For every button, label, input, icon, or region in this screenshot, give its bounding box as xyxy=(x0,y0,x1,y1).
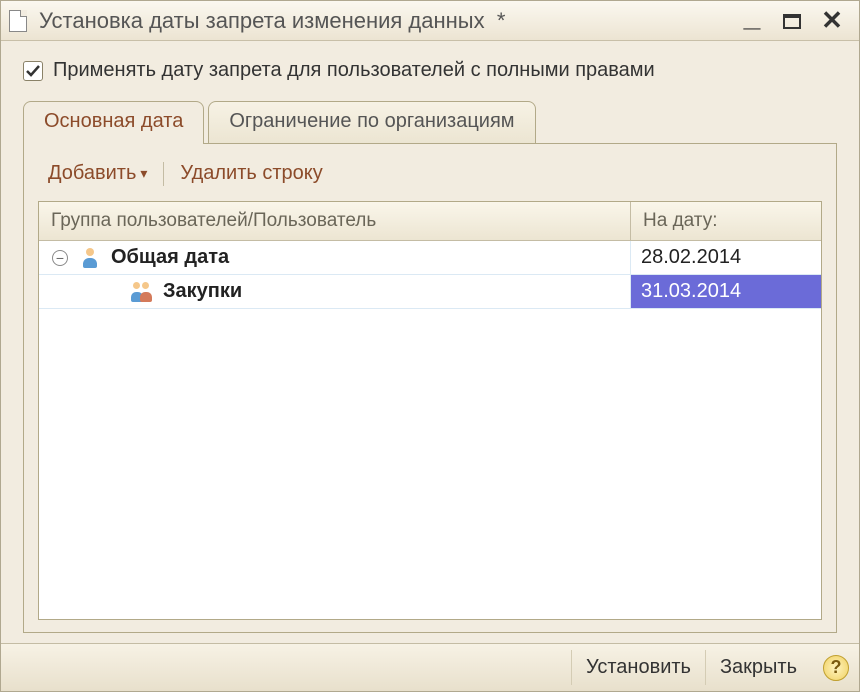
apply-fullrights-checkbox[interactable] xyxy=(23,61,43,81)
delete-row-button[interactable]: Удалить строку xyxy=(176,160,326,187)
document-icon xyxy=(9,10,27,32)
close-button[interactable]: ✕ xyxy=(813,5,851,37)
toolbar: Добавить▾ Удалить строку xyxy=(38,156,822,191)
grid-header: Группа пользователей/Пользователь На дат… xyxy=(39,202,821,241)
data-grid: Группа пользователей/Пользователь На дат… xyxy=(38,201,822,620)
cell-date[interactable]: 28.02.2014 xyxy=(631,241,821,274)
main-window: Установка даты запрета изменения данных … xyxy=(0,0,860,692)
table-row[interactable]: − Общая дата 28.02.2014 xyxy=(39,241,821,275)
table-row[interactable]: Закупки 31.03.2014 xyxy=(39,275,821,309)
help-button[interactable]: ? xyxy=(823,655,849,681)
tab-main-date[interactable]: Основная дата xyxy=(23,101,204,144)
cell-date[interactable]: 31.03.2014 xyxy=(631,275,821,308)
collapse-icon[interactable]: − xyxy=(52,250,68,266)
content-area: Применять дату запрета для пользователей… xyxy=(1,41,859,643)
tab-panel: Добавить▾ Удалить строку Группа пользова… xyxy=(23,143,837,633)
apply-fullrights-label: Применять дату запрета для пользователей… xyxy=(53,59,655,82)
chevron-down-icon: ▾ xyxy=(140,165,147,181)
tab-org-restriction[interactable]: Ограничение по организациям xyxy=(208,101,535,143)
column-user-group[interactable]: Группа пользователей/Пользователь xyxy=(39,202,631,240)
cell-label: − Общая дата xyxy=(39,241,631,274)
window-title: Установка даты запрета изменения данных … xyxy=(39,8,731,34)
maximize-button[interactable] xyxy=(773,5,811,37)
grid-body: − Общая дата 28.02.2014 xyxy=(39,241,821,619)
apply-button[interactable]: Установить xyxy=(571,650,705,685)
cell-label: Закупки xyxy=(39,275,631,308)
apply-fullrights-row: Применять дату запрета для пользователей… xyxy=(23,59,837,82)
user-icon xyxy=(81,248,101,268)
minimize-button[interactable]: _ xyxy=(733,5,771,37)
users-icon xyxy=(131,282,153,302)
footer: Установить Закрыть ? xyxy=(1,643,859,691)
close-footer-button[interactable]: Закрыть xyxy=(705,650,811,685)
titlebar: Установка даты запрета изменения данных … xyxy=(1,1,859,41)
add-button[interactable]: Добавить▾ xyxy=(44,160,151,187)
tabs: Основная дата Ограничение по организация… xyxy=(23,100,837,143)
toolbar-separator xyxy=(163,162,164,186)
column-date[interactable]: На дату: xyxy=(631,202,821,240)
